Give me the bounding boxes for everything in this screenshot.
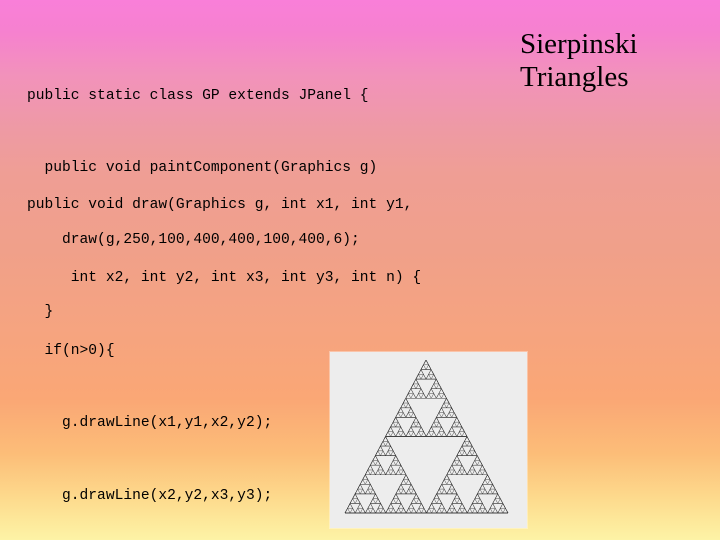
code-line: int x2, int y2, int x3, int y3, int n) { — [27, 270, 422, 287]
code-line: public void draw(Graphics g, int x1, int… — [27, 197, 413, 214]
presentation-slide: public static class GP extends JPanel { … — [0, 0, 720, 540]
sierpinski-triangle-icon — [344, 359, 509, 514]
page-title: Sierpinski Triangles — [520, 28, 716, 94]
sierpinski-output-panel — [330, 352, 527, 528]
page-title-line: Triangles — [520, 61, 629, 93]
code-line: public static class GP extends JPanel { — [27, 88, 369, 104]
page-title-line: Sierpinski — [520, 28, 638, 60]
